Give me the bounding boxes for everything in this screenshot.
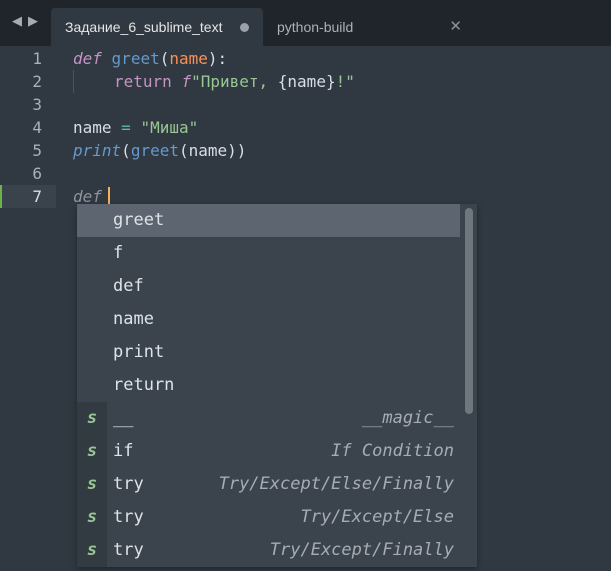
string: "Миша"	[140, 118, 199, 137]
code-line: 1 def greet(name):	[0, 47, 611, 70]
operator: =	[111, 118, 141, 137]
autocomplete-item[interactable]: return	[77, 369, 460, 402]
item-label: if	[113, 441, 134, 461]
paren-colon: ):	[207, 49, 228, 68]
snippet-kind-icon: s	[77, 435, 107, 468]
item-label: return	[113, 375, 175, 395]
snippet-kind-icon: s	[77, 402, 107, 435]
tab-bar: ◀ ▶ Задание_6_sublime_text python-build …	[0, 0, 611, 46]
autocomplete-snippet-item[interactable]: s if If Condition	[77, 435, 460, 468]
keyword: def	[73, 49, 102, 68]
autocomplete-item[interactable]: f	[77, 237, 460, 270]
tab-back-arrow-icon[interactable]: ◀	[12, 14, 22, 29]
item-hint: Try/Except/Else/Finally	[218, 474, 454, 494]
item-kind	[77, 336, 107, 369]
string: "Привет,	[191, 72, 278, 91]
autocomplete-snippet-item[interactable]: s try Try/Except/Else/Finally	[77, 468, 460, 501]
autocomplete-item[interactable]: print	[77, 336, 460, 369]
code-line: 5 print(greet(name))	[0, 139, 611, 162]
code-line: 6	[0, 162, 611, 185]
code-text: name = "Миша"	[73, 116, 198, 139]
item-label: try	[113, 507, 144, 527]
item-kind	[77, 270, 107, 303]
line-number: 5	[32, 141, 42, 160]
autocomplete-item[interactable]: def	[77, 270, 460, 303]
function-name: greet	[111, 49, 160, 68]
variable: name	[73, 118, 112, 137]
code-text: def greet(name):	[73, 47, 227, 70]
item-label: greet	[113, 210, 165, 230]
line-number: 4	[32, 118, 42, 137]
code-text: print(greet(name))	[73, 139, 246, 162]
item-hint: Try/Except/Else	[300, 507, 454, 527]
parameter: name	[169, 49, 208, 68]
string: !"	[335, 72, 355, 91]
paren: (	[121, 141, 131, 160]
autocomplete-snippet-item[interactable]: s __ __magic__	[77, 402, 460, 435]
item-label: try	[113, 540, 144, 560]
item-label: def	[113, 276, 144, 296]
item-label: try	[113, 474, 144, 494]
snippet-kind-icon: s	[77, 534, 107, 567]
tab-python-build[interactable]: python-build ✕	[263, 8, 473, 46]
tab-zadanie-6[interactable]: Задание_6_sublime_text	[51, 8, 263, 46]
code-line: 4 name = "Миша"	[0, 116, 611, 139]
line-number: 2	[32, 72, 42, 91]
scrollbar-thumb[interactable]	[465, 208, 473, 414]
code-line: 2 return f"Привет, {name}!"	[0, 70, 611, 93]
tab-forward-arrow-icon[interactable]: ▶	[28, 14, 38, 29]
fstring-prefix: f	[181, 72, 192, 91]
builtin-function: print	[73, 141, 122, 160]
item-kind	[77, 303, 107, 336]
item-label: __	[113, 408, 134, 428]
code-text: return f"Привет, {name}!"	[114, 70, 355, 93]
function-call: greet	[130, 141, 179, 160]
line-number: 3	[32, 95, 42, 114]
item-kind	[77, 237, 107, 270]
item-label: f	[113, 243, 124, 263]
paren: (	[159, 49, 170, 68]
autocomplete-snippet-item[interactable]: s try Try/Except/Else	[77, 501, 460, 534]
autocomplete-item[interactable]: name	[77, 303, 460, 336]
code-line: 3	[0, 93, 611, 116]
autocomplete-popup[interactable]: greet f def name print return s __ __mag…	[77, 204, 477, 567]
snippet-kind-icon: s	[77, 501, 107, 534]
item-kind	[77, 204, 107, 237]
interpolation: {name}	[277, 72, 336, 91]
item-kind	[77, 369, 107, 402]
item-label: name	[113, 309, 154, 329]
autocomplete-item[interactable]: greet	[77, 204, 460, 237]
indent-guide	[73, 70, 74, 93]
tab-label: python-build	[277, 19, 354, 35]
item-hint: If Condition	[331, 441, 454, 461]
tab-label: Задание_6_sublime_text	[65, 19, 223, 35]
keyword: return	[114, 72, 172, 91]
item-hint: __magic__	[361, 408, 454, 428]
autocomplete-snippet-item[interactable]: s try Try/Except/Finally	[77, 534, 460, 567]
line-number: 6	[32, 164, 42, 183]
line-number: 1	[32, 49, 42, 68]
item-label: print	[113, 342, 165, 362]
line-number: 7	[32, 187, 42, 206]
close-icon[interactable]: ✕	[449, 17, 462, 35]
autocomplete-scrollbar[interactable]	[460, 204, 477, 567]
item-hint: Try/Except/Finally	[269, 540, 454, 560]
unsaved-dot-icon[interactable]	[240, 23, 249, 32]
snippet-kind-icon: s	[77, 468, 107, 501]
call-args: (name))	[178, 141, 247, 160]
